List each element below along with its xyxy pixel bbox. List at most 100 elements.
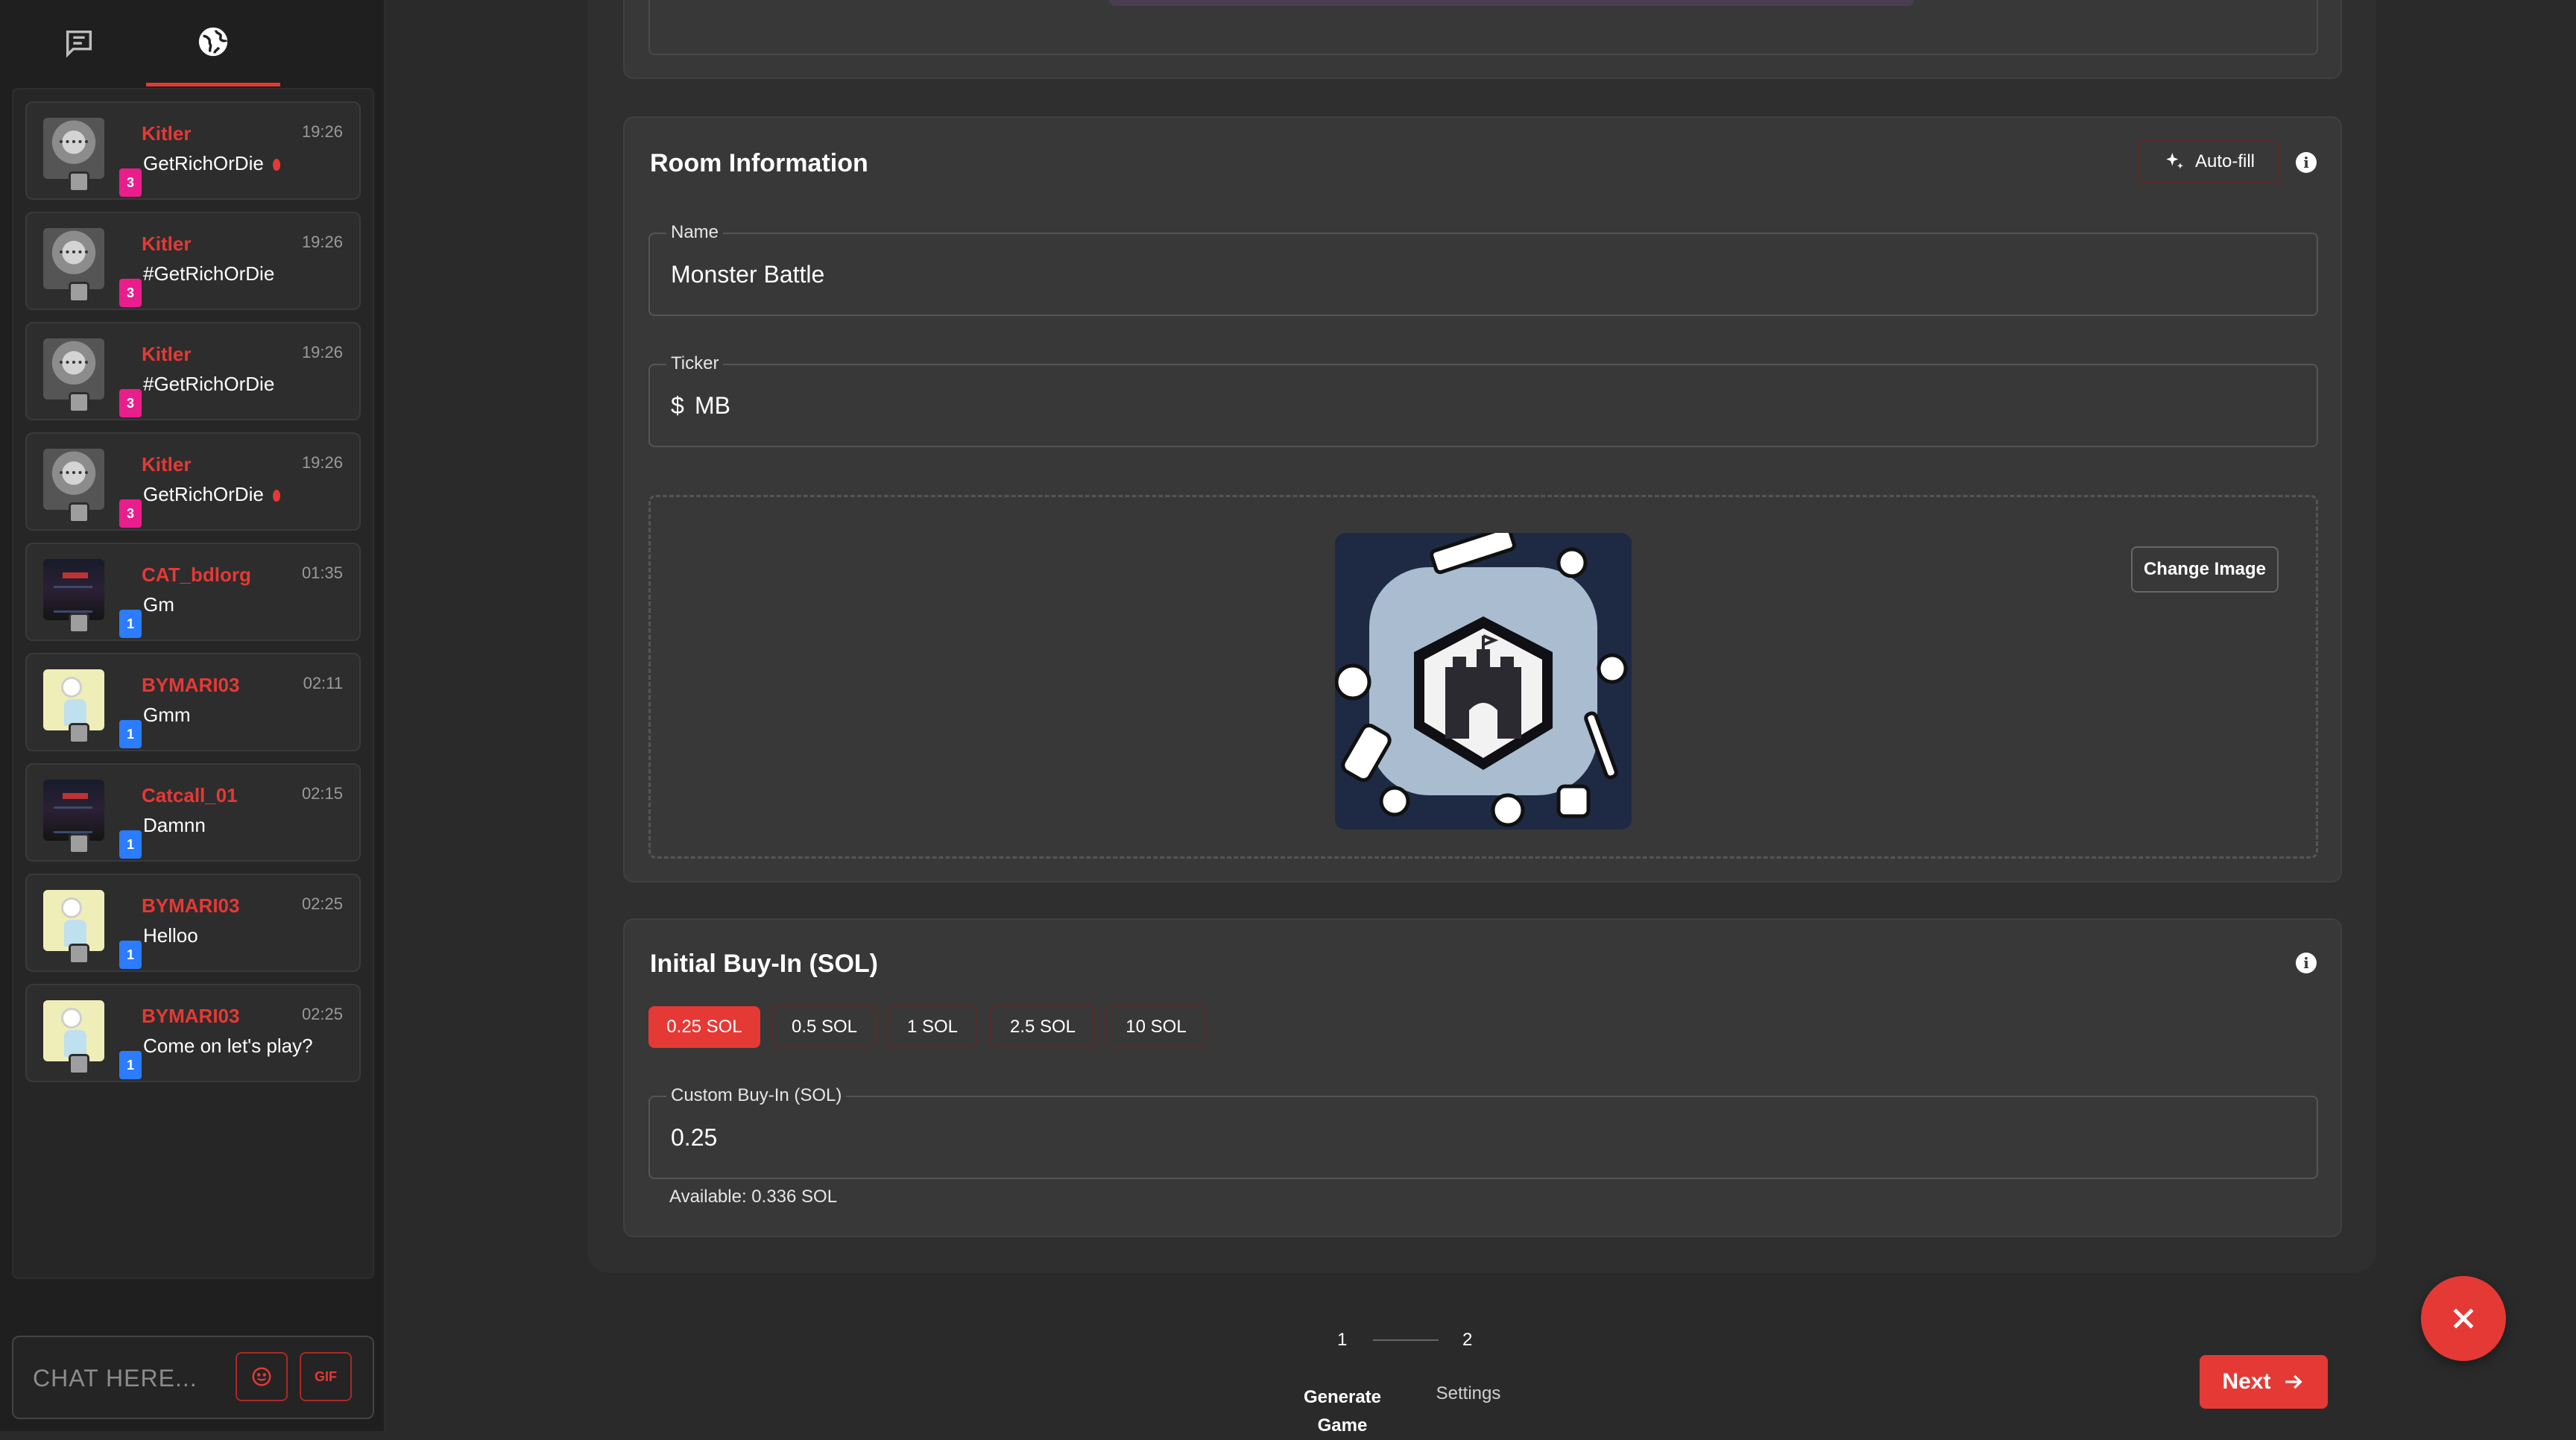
next-button[interactable]: Next: [2200, 1355, 2328, 1409]
status-indicator: [69, 502, 89, 523]
previous-field: [648, 0, 2318, 55]
sidebar-tabs: [0, 0, 385, 86]
gif-label: GIF: [315, 1368, 337, 1384]
message-time: 02:25: [301, 894, 343, 913]
username[interactable]: CAT_bdlorg: [142, 563, 251, 587]
avatar[interactable]: [43, 780, 104, 841]
buy-in-option[interactable]: 1 SOL: [887, 1006, 978, 1048]
custom-buy-in-field[interactable]: Custom Buy-In (SOL) 0.25: [648, 1085, 2318, 1179]
arrow-right-icon: [2285, 1374, 2302, 1389]
avatar[interactable]: [43, 118, 104, 179]
message-time: 19:26: [301, 122, 343, 141]
info-icon[interactable]: i: [2296, 152, 2317, 173]
sparkle-icon: [2166, 153, 2183, 169]
status-indicator: [69, 171, 89, 192]
message-text: GetRichOrDie: [143, 483, 280, 506]
chat-message[interactable]: 3 Kitler 19:26 #GetRichOrDie: [25, 212, 361, 310]
message-text: Gm: [143, 593, 174, 616]
avatar[interactable]: [43, 559, 104, 620]
chat-message[interactable]: 3 Kitler 19:26 GetRichOrDie: [25, 101, 361, 200]
tab-global-chat[interactable]: [146, 0, 280, 86]
chat-composer: GIF: [12, 1336, 374, 1419]
autofill-label: Auto-fill: [2194, 151, 2255, 171]
username[interactable]: Kitler: [142, 122, 191, 145]
avatar[interactable]: [43, 669, 104, 730]
level-badge: 1: [119, 610, 142, 638]
level-badge: 1: [119, 720, 142, 748]
buy-in-section: Initial Buy-In (SOL) i 0.25 SOL 0.5 SOL …: [623, 918, 2342, 1237]
username[interactable]: Kitler: [142, 453, 191, 476]
chat-sidebar: 3 Kitler 19:26 GetRichOrDie 3 Kitler 19:26 #Get…: [0, 0, 385, 1431]
level-badge: 3: [119, 389, 142, 417]
message-body: #GetRichOrDie: [143, 373, 275, 395]
message-body: Come on let's play?: [143, 1035, 313, 1057]
username[interactable]: BYMARI03: [142, 1005, 239, 1028]
chat-message[interactable]: 1 Catcall_01 02:15 Damnn: [25, 763, 361, 862]
status-indicator: [69, 282, 89, 303]
message-text: GetRichOrDie: [143, 152, 280, 175]
avatar[interactable]: [43, 449, 104, 510]
custom-buy-in-label: Custom Buy-In (SOL): [666, 1085, 847, 1106]
message-body: GetRichOrDie: [143, 483, 264, 505]
tab-messages[interactable]: [12, 0, 146, 86]
room-information-section: Room Information Auto-fill i Name Monste…: [623, 116, 2342, 882]
message-time: 19:26: [301, 233, 343, 251]
username[interactable]: BYMARI03: [142, 894, 239, 918]
username[interactable]: BYMARI03: [142, 674, 239, 697]
message-time: 19:26: [301, 343, 343, 361]
chat-message[interactable]: 1 CAT_bdlorg 01:35 Gm: [25, 543, 361, 641]
chat-message[interactable]: 3 Kitler 19:26 GetRichOrDie: [25, 432, 361, 531]
image-dropzone[interactable]: Change Image: [648, 495, 2318, 859]
avatar[interactable]: [43, 228, 104, 289]
message-time: 01:35: [301, 563, 343, 582]
gif-button[interactable]: GIF: [300, 1352, 352, 1401]
next-label: Next: [2222, 1369, 2271, 1394]
ticker-label: Ticker: [666, 353, 724, 374]
message-text: #GetRichOrDie: [143, 373, 274, 396]
name-field[interactable]: Name Monster Battle: [648, 222, 2318, 316]
status-indicator: [69, 723, 89, 744]
chat-message[interactable]: 1 BYMARI03 02:11 Gmm: [25, 653, 361, 751]
level-badge: 1: [119, 941, 142, 969]
username[interactable]: Catcall_01: [142, 784, 238, 807]
buy-in-option[interactable]: 10 SOL: [1106, 1006, 1206, 1048]
username[interactable]: Kitler: [142, 233, 191, 256]
username[interactable]: Kitler: [142, 343, 191, 366]
buy-in-info-icon[interactable]: i: [2296, 953, 2317, 973]
autofill-button[interactable]: Auto-fill: [2138, 140, 2279, 183]
step-number: 2: [1462, 1330, 1473, 1350]
avatar[interactable]: [43, 338, 104, 400]
chat-input[interactable]: [31, 1357, 228, 1400]
level-badge: 1: [119, 830, 142, 859]
avatar[interactable]: [43, 890, 104, 951]
close-button[interactable]: [2421, 1276, 2506, 1361]
level-badge: 3: [119, 499, 142, 528]
ticker-field[interactable]: Ticker $ MB: [648, 353, 2318, 447]
step-label-active: Generate Game: [1303, 1387, 1382, 1436]
buy-in-option[interactable]: 0.25 SOL: [648, 1006, 760, 1048]
previous-section: [623, 0, 2342, 79]
message-text: #GetRichOrDie: [143, 262, 274, 285]
chat-message[interactable]: 1 BYMARI03 02:25 Helloo: [25, 874, 361, 972]
level-badge: 3: [119, 168, 142, 197]
buy-in-option-label: 0.5 SOL: [791, 1017, 858, 1037]
buy-in-option-label: 2.5 SOL: [1009, 1017, 1076, 1037]
change-image-button[interactable]: Change Image: [2131, 546, 2279, 593]
available-balance: Available: 0.336 SOL: [669, 1187, 838, 1207]
fire-icon: [272, 159, 280, 171]
emoji-button[interactable]: [236, 1352, 288, 1401]
chat-icon: [66, 30, 92, 58]
room-image: [1335, 533, 1632, 830]
chat-message[interactable]: 3 Kitler 19:26 #GetRichOrDie: [25, 322, 361, 420]
name-label: Name: [666, 222, 724, 243]
message-time: 02:25: [301, 1005, 343, 1023]
chat-message[interactable]: 1 BYMARI03 02:25 Come on let's play?: [25, 984, 361, 1082]
message-body: Gm: [143, 593, 174, 616]
buy-in-option[interactable]: 0.5 SOL: [772, 1006, 877, 1048]
buy-in-option[interactable]: 2.5 SOL: [990, 1006, 1096, 1048]
message-body: #GetRichOrDie: [143, 262, 275, 285]
room-information-title: Room Information: [650, 149, 868, 177]
castle-emblem-icon: [1335, 533, 1632, 830]
avatar[interactable]: [43, 1000, 104, 1061]
message-text: Damnn: [143, 814, 206, 837]
